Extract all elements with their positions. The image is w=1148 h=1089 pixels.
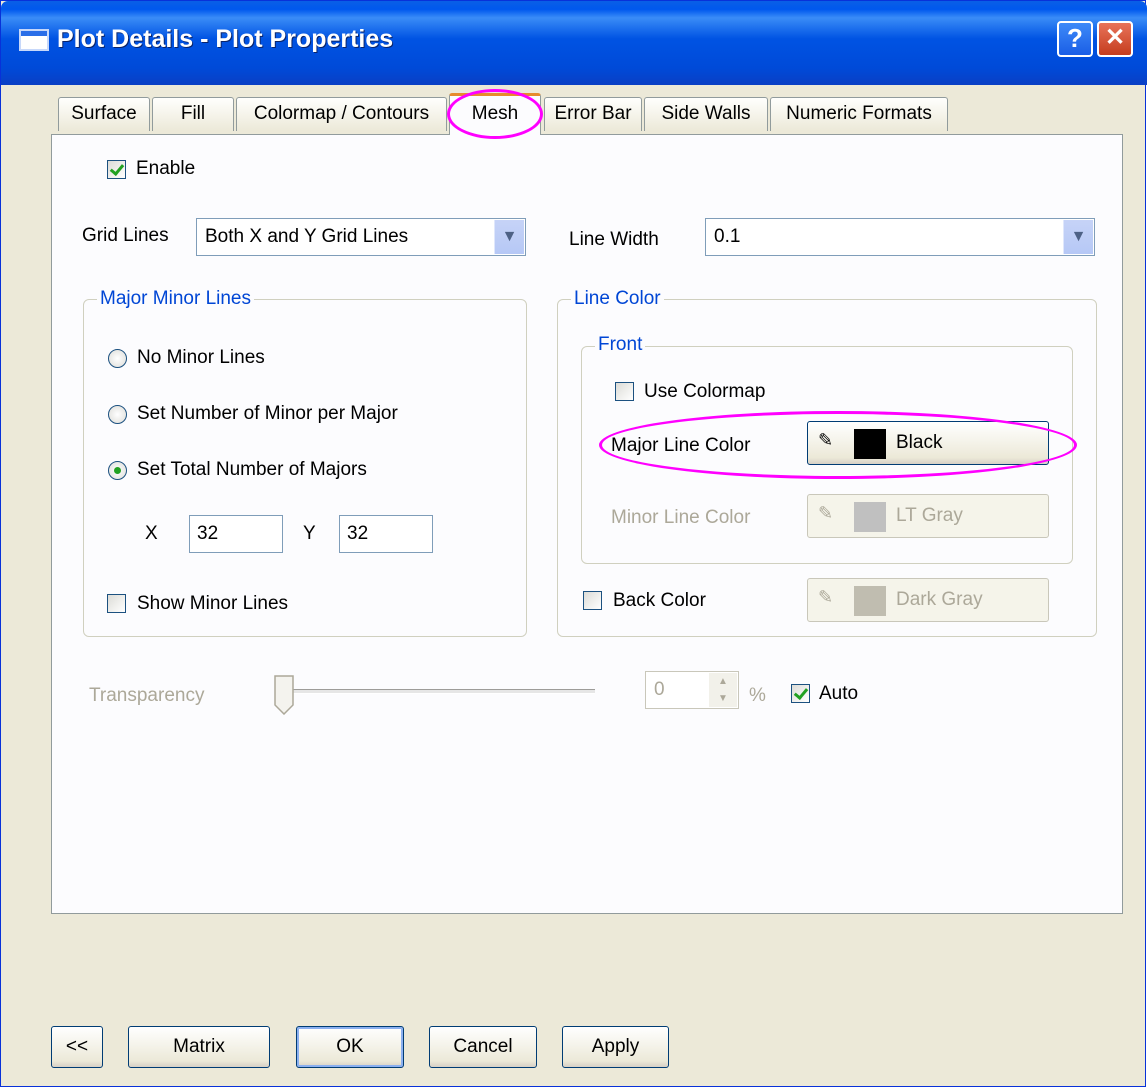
enable-checkbox[interactable] xyxy=(107,160,126,179)
no-minor-lines-radio[interactable] xyxy=(108,349,127,368)
front-title: Front xyxy=(595,334,646,356)
y-label: Y xyxy=(303,523,316,544)
y-majors-input[interactable]: 32 xyxy=(339,515,433,553)
minor-color-swatch xyxy=(854,502,886,532)
grid-lines-select[interactable]: Both X and Y Grid Lines ▼ xyxy=(196,218,526,256)
tab-fill[interactable]: Fill xyxy=(152,97,234,131)
transparency-spinbox[interactable]: 0 ▲ ▼ xyxy=(645,671,739,709)
back-color-label: Back Color xyxy=(613,590,706,611)
back-color-button[interactable]: ✎ Dark Gray xyxy=(807,578,1049,622)
minor-line-color-button[interactable]: ✎ LT Gray xyxy=(807,494,1049,538)
transparency-slider-track[interactable] xyxy=(283,689,595,694)
major-color-name: Black xyxy=(896,432,943,453)
set-total-majors-label: Set Total Number of Majors xyxy=(137,459,367,480)
back-color-swatch xyxy=(854,586,886,616)
pencil-icon: ✎ xyxy=(818,503,834,523)
chevron-down-icon[interactable]: ▼ xyxy=(494,220,524,254)
window-icon xyxy=(19,29,49,51)
apply-button[interactable]: Apply xyxy=(562,1026,669,1068)
grid-lines-label: Grid Lines xyxy=(82,225,169,246)
x-majors-input[interactable]: 32 xyxy=(189,515,283,553)
collapse-button[interactable]: << xyxy=(51,1026,103,1068)
use-colormap-label: Use Colormap xyxy=(644,381,766,402)
show-minor-lines-label: Show Minor Lines xyxy=(137,593,289,614)
line-width-select[interactable]: 0.1 ▼ xyxy=(705,218,1095,256)
spin-buttons: ▲ ▼ xyxy=(709,673,737,707)
back-color-checkbox[interactable] xyxy=(583,591,602,610)
matrix-button[interactable]: Matrix xyxy=(128,1026,270,1068)
major-minor-lines-title: Major Minor Lines xyxy=(97,288,254,310)
transparency-unit: % xyxy=(749,685,766,706)
tab-mesh[interactable]: Mesh xyxy=(449,93,541,135)
set-minor-per-major-radio[interactable] xyxy=(108,405,127,424)
use-colormap-checkbox[interactable] xyxy=(615,382,634,401)
line-width-value: 0.1 xyxy=(714,226,741,247)
x-label: X xyxy=(145,523,158,544)
major-line-color-label: Major Line Color xyxy=(611,435,751,456)
spin-down-icon[interactable]: ▼ xyxy=(709,690,737,707)
transparency-slider-thumb[interactable] xyxy=(274,675,294,715)
pencil-icon: ✎ xyxy=(818,587,834,607)
auto-checkbox[interactable] xyxy=(791,684,810,703)
back-color-name: Dark Gray xyxy=(896,589,983,610)
ok-button[interactable]: OK xyxy=(296,1026,404,1068)
transparency-label: Transparency xyxy=(89,685,205,706)
show-minor-lines-checkbox[interactable] xyxy=(107,594,126,613)
transparency-value: 0 xyxy=(654,679,665,700)
no-minor-lines-label: No Minor Lines xyxy=(137,347,265,368)
cancel-button[interactable]: Cancel xyxy=(429,1026,537,1068)
help-button[interactable]: ? xyxy=(1057,21,1093,57)
chevron-down-icon[interactable]: ▼ xyxy=(1063,220,1093,254)
tab-colormap-contours[interactable]: Colormap / Contours xyxy=(236,97,447,131)
set-total-majors-radio[interactable] xyxy=(108,461,127,480)
tab-error-bar[interactable]: Error Bar xyxy=(544,97,642,131)
close-button[interactable]: ✕ xyxy=(1097,21,1133,57)
set-minor-per-major-label: Set Number of Minor per Major xyxy=(137,403,398,424)
tab-surface[interactable]: Surface xyxy=(58,97,150,131)
minor-line-color-label: Minor Line Color xyxy=(611,507,751,528)
pencil-icon: ✎ xyxy=(818,430,834,450)
line-color-title: Line Color xyxy=(571,288,664,310)
major-line-color-button[interactable]: ✎ Black xyxy=(807,421,1049,465)
title-bar[interactable]: Plot Details - Plot Properties ? ✕ xyxy=(1,1,1147,85)
line-width-label: Line Width xyxy=(569,229,659,250)
window-title: Plot Details - Plot Properties xyxy=(57,25,394,53)
plot-details-dialog: Plot Details - Plot Properties ? ✕ Surfa… xyxy=(0,0,1147,1087)
grid-lines-value: Both X and Y Grid Lines xyxy=(205,226,409,247)
spin-up-icon[interactable]: ▲ xyxy=(709,673,737,690)
enable-label: Enable xyxy=(136,158,196,179)
major-color-swatch xyxy=(854,429,886,459)
auto-label: Auto xyxy=(819,683,859,704)
minor-color-name: LT Gray xyxy=(896,505,963,526)
tab-numeric-formats[interactable]: Numeric Formats xyxy=(770,97,948,131)
tab-side-walls[interactable]: Side Walls xyxy=(644,97,768,131)
